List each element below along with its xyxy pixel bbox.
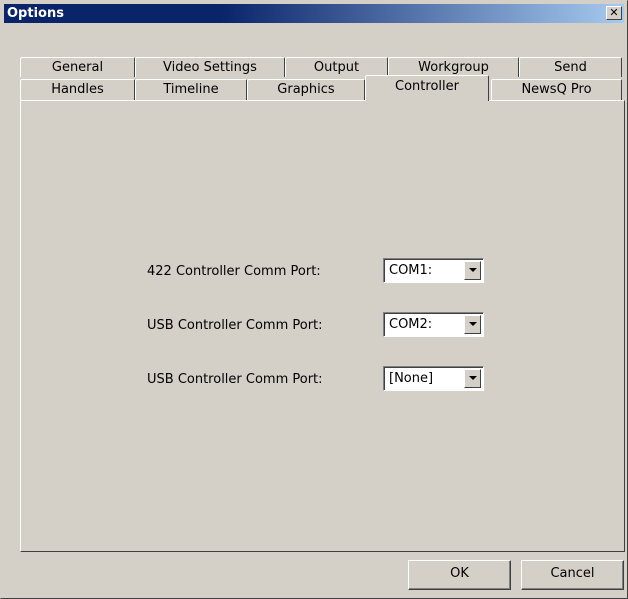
tab-graphics[interactable]: Graphics	[247, 79, 365, 101]
comm-port-usb-1-select[interactable]: COM2:	[383, 312, 484, 337]
row-2-label: USB Controller Comm Port:	[147, 318, 323, 333]
tab-general[interactable]: General	[20, 57, 135, 77]
cancel-button[interactable]: Cancel	[521, 560, 624, 590]
controller-tab-panel: 422 Controller Comm Port: COM1: USB Cont…	[20, 100, 625, 552]
options-dialog: Options ✕ General Video Settings Output …	[0, 0, 628, 599]
tab-controller[interactable]: Controller	[365, 75, 489, 101]
tab-output[interactable]: Output	[285, 57, 388, 77]
chevron-down-icon[interactable]	[464, 315, 481, 334]
selected-value: COM2:	[389, 317, 433, 332]
tab-handles[interactable]: Handles	[20, 79, 135, 101]
tab-workgroup[interactable]: Workgroup	[388, 57, 519, 77]
ok-button[interactable]: OK	[408, 560, 511, 590]
tab-newsq-pro[interactable]: NewsQ Pro	[491, 79, 622, 101]
selected-value: COM1:	[389, 263, 433, 278]
close-icon: ✕	[609, 6, 619, 19]
tab-timeline[interactable]: Timeline	[135, 79, 247, 101]
chevron-down-icon[interactable]	[464, 261, 481, 280]
row-1-label: 422 Controller Comm Port:	[147, 264, 321, 279]
title-bar[interactable]: Options ✕	[4, 4, 624, 23]
tab-video-settings[interactable]: Video Settings	[135, 57, 285, 77]
chevron-down-icon[interactable]	[464, 369, 481, 388]
comm-port-422-select[interactable]: COM1:	[383, 258, 484, 283]
tab-send[interactable]: Send	[519, 57, 622, 77]
window-title: Options	[7, 6, 64, 21]
close-button[interactable]: ✕	[606, 6, 622, 20]
comm-port-usb-2-select[interactable]: [None]	[383, 366, 484, 391]
selected-value: [None]	[389, 371, 434, 386]
row-3-label: USB Controller Comm Port:	[147, 372, 323, 387]
